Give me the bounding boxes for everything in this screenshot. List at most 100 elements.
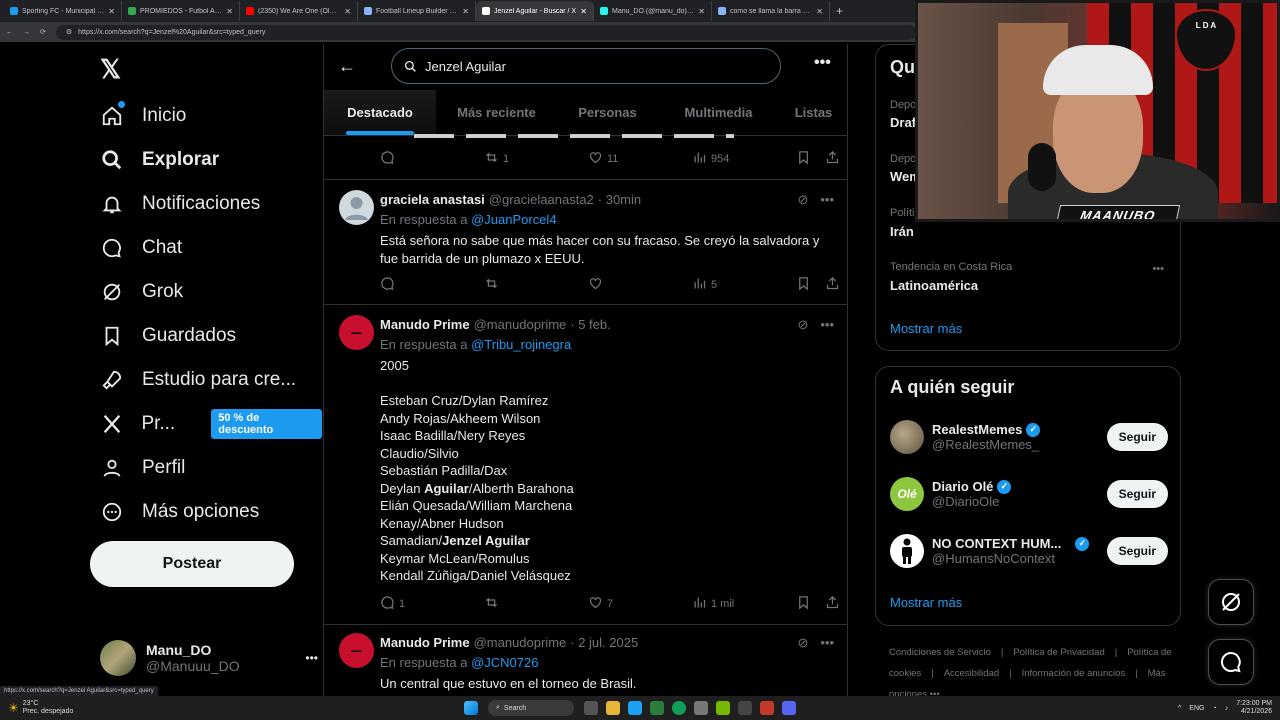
- author-handle[interactable]: @gracielaanasta2: [489, 192, 594, 207]
- show-more-follow-link[interactable]: Mostrar más: [890, 595, 962, 610]
- tweet[interactable]: 1 11 954: [324, 134, 847, 180]
- search-input[interactable]: Jenzel Aguilar: [391, 48, 781, 84]
- views-action[interactable]: 954: [692, 150, 796, 168]
- follow-button[interactable]: Seguir: [1106, 423, 1168, 451]
- like-action[interactable]: [588, 276, 692, 294]
- close-icon[interactable]: ✕: [580, 7, 587, 16]
- follow-button[interactable]: Seguir: [1106, 537, 1168, 565]
- share-icon[interactable]: [825, 595, 840, 613]
- sidebar-item-chat[interactable]: Chat: [100, 233, 182, 263]
- sidebar-item-explorar[interactable]: Explorar: [100, 145, 219, 175]
- volume-icon[interactable]: ♪: [1225, 705, 1229, 712]
- share-icon[interactable]: [825, 276, 840, 294]
- tray-up-icon[interactable]: ^: [1178, 705, 1181, 712]
- new-tab-icon[interactable]: +: [836, 4, 843, 18]
- sidebar-item-notificaciones[interactable]: Notificaciones: [100, 189, 260, 219]
- tweet-time[interactable]: · 30min: [598, 192, 641, 207]
- store-icon[interactable]: [650, 701, 664, 715]
- bookmark-icon[interactable]: [796, 150, 811, 168]
- forward-arrow-icon[interactable]: →: [23, 29, 30, 36]
- trend-name[interactable]: Irán: [890, 224, 914, 239]
- reply-action[interactable]: 1: [380, 595, 484, 613]
- tweet[interactable]: ▬▬ Manudo Prime @manudoprime · 2 jul. 20…: [324, 625, 847, 696]
- reload-icon[interactable]: ⟳: [40, 28, 46, 36]
- reply-action[interactable]: [380, 276, 484, 294]
- tab-destacado[interactable]: Destacado: [324, 90, 436, 135]
- trend-more-icon[interactable]: •••: [1152, 263, 1164, 275]
- tweet[interactable]: graciela anastasi @gracielaanasta2 · 30m…: [324, 180, 847, 305]
- browser-tab[interactable]: Manu_DO (@manu_do) | TikT ✕: [594, 1, 712, 21]
- browser-tab[interactable]: PROMIEDOS - Futbol Argentino ✕: [122, 1, 240, 21]
- footer-link[interactable]: Información de anuncios: [1022, 668, 1126, 679]
- language-indicator[interactable]: ENG: [1189, 705, 1204, 712]
- author-name[interactable]: Manudo Prime: [380, 317, 470, 332]
- sidebar-item-perfil[interactable]: Perfil: [100, 453, 185, 483]
- avatar[interactable]: ▬▬: [339, 633, 374, 668]
- browser-tab[interactable]: Sporting FC - Municipal Liberia ✕: [4, 1, 122, 21]
- sidebar-item-más-opciones[interactable]: Más opciones: [100, 497, 259, 527]
- follow-suggestion[interactable]: RealestMemes ✓ @RealestMemes_ Seguir: [890, 417, 1168, 457]
- back-arrow-icon[interactable]: ←: [338, 56, 356, 77]
- footer-link[interactable]: Condiciones de Servicio: [889, 647, 991, 658]
- reply-action[interactable]: [380, 150, 484, 168]
- sidebar-item-estudio-para-cre[interactable]: Estudio para cre...: [100, 365, 296, 395]
- obs-icon[interactable]: [738, 701, 752, 715]
- browser-tab[interactable]: Jenzel Aguilar - Buscar / X ✕: [476, 1, 594, 21]
- close-icon[interactable]: ✕: [344, 7, 351, 16]
- grok-icon[interactable]: ⊘: [797, 635, 808, 651]
- browser-tab[interactable]: (2350) We Are One (Ole Ola) [✕: [240, 1, 358, 21]
- site-info-icon[interactable]: ⚙: [66, 28, 72, 36]
- tab-listas[interactable]: Listas: [779, 90, 847, 135]
- grok-icon[interactable]: ⊘: [797, 192, 808, 208]
- back-arrow-icon[interactable]: ←: [6, 29, 13, 36]
- close-icon[interactable]: ✕: [816, 7, 823, 16]
- account-switcher[interactable]: Manu_DO @Manuuu_DO •••: [100, 636, 318, 680]
- bookmark-icon[interactable]: [796, 595, 811, 613]
- retweet-action[interactable]: [484, 595, 588, 613]
- reply-to-link[interactable]: @Tribu_rojinegra: [471, 337, 571, 352]
- close-icon[interactable]: ✕: [462, 7, 469, 16]
- tweet-time[interactable]: · 5 feb.: [570, 317, 610, 332]
- tab-multimedia[interactable]: Multimedia: [658, 90, 779, 135]
- taskbar-search[interactable]: ⌕ Search: [488, 700, 574, 716]
- avatar[interactable]: [339, 190, 374, 225]
- clock[interactable]: 7:23:00 PM 4/21/2026: [1236, 700, 1272, 716]
- follow-suggestion[interactable]: NO CONTEXT HUM... ✓ @HumansNoContext Segu…: [890, 531, 1168, 571]
- sidebar-item-inicio[interactable]: Inicio: [100, 101, 186, 131]
- more-icon[interactable]: •••: [820, 192, 834, 208]
- more-options-icon[interactable]: •••: [814, 54, 831, 72]
- more-icon[interactable]: •••: [820, 317, 834, 333]
- wifi-icon[interactable]: ◔: [1212, 705, 1216, 712]
- discount-badge[interactable]: 50 % de descuento: [211, 409, 322, 439]
- nvidia-icon[interactable]: [716, 701, 730, 715]
- show-more-trends-link[interactable]: Mostrar más: [890, 321, 962, 336]
- footer-link[interactable]: Accesibilidad: [944, 668, 999, 679]
- author-handle[interactable]: @manudoprime: [474, 317, 567, 332]
- sidebar-item-grok[interactable]: Grok: [100, 277, 183, 307]
- retweet-action[interactable]: 1: [484, 150, 588, 168]
- tweet[interactable]: ▬▬ Manudo Prime @manudoprime · 5 feb. ⊘ …: [324, 305, 847, 625]
- follow-button[interactable]: Seguir: [1106, 480, 1168, 508]
- windows-start-icon[interactable]: [464, 701, 478, 715]
- views-action[interactable]: 5: [692, 276, 796, 294]
- like-action[interactable]: 11: [588, 150, 692, 168]
- settings-icon[interactable]: [694, 701, 708, 715]
- grok-icon[interactable]: ⊘: [797, 317, 808, 333]
- weather-widget[interactable]: ☀ 23°C Prec. despejado: [0, 700, 300, 716]
- x-logo[interactable]: 𝕏: [100, 54, 121, 85]
- chat-fab-button[interactable]: [1208, 639, 1254, 685]
- discord-icon[interactable]: [782, 701, 796, 715]
- url-field[interactable]: ⚙ https://x.com/search?q=Jenzel%20Aguila…: [55, 24, 916, 40]
- author-name[interactable]: Manudo Prime: [380, 635, 470, 650]
- chrome-icon[interactable]: [672, 701, 686, 715]
- tab-más-reciente[interactable]: Más reciente: [436, 90, 557, 135]
- views-action[interactable]: 1 mil: [692, 595, 796, 613]
- browser-tab[interactable]: como se llama la barra del Mu✕: [712, 1, 830, 21]
- more-icon[interactable]: •••: [305, 651, 318, 665]
- trend-name[interactable]: Latinoamérica: [890, 278, 978, 293]
- edge-icon[interactable]: [628, 701, 642, 715]
- author-handle[interactable]: @manudoprime: [474, 635, 567, 650]
- retweet-action[interactable]: [484, 276, 588, 294]
- bookmark-icon[interactable]: [796, 276, 811, 294]
- sidebar-item-guardados[interactable]: Guardados: [100, 321, 236, 351]
